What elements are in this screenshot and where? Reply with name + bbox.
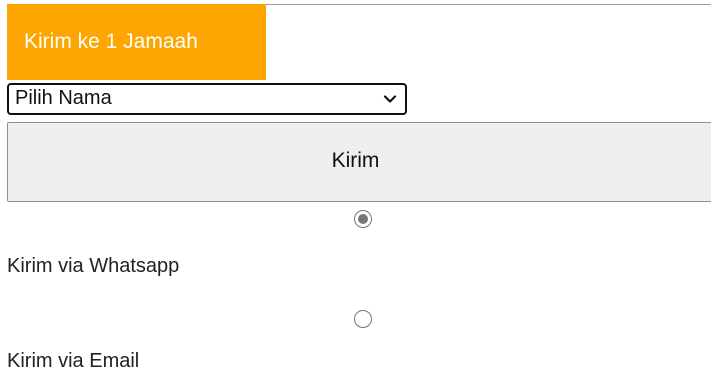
recipient-select[interactable]: Pilih Nama bbox=[7, 83, 407, 115]
chevron-down-icon bbox=[383, 95, 397, 103]
email-radio[interactable] bbox=[354, 310, 372, 328]
whatsapp-option-label: Kirim via Whatsapp bbox=[7, 255, 180, 277]
top-divider bbox=[266, 4, 711, 5]
submit-button-label: Kirim bbox=[331, 149, 380, 172]
email-option-label: Kirim via Email bbox=[7, 350, 140, 372]
recipient-select-value: Pilih Nama bbox=[15, 87, 112, 109]
whatsapp-radio[interactable] bbox=[354, 210, 372, 228]
send-form-page: Kirim ke 1 Jamaah Pilih Nama Kirim Kirim… bbox=[0, 0, 711, 375]
send-tab-header[interactable]: Kirim ke 1 Jamaah bbox=[7, 4, 266, 80]
